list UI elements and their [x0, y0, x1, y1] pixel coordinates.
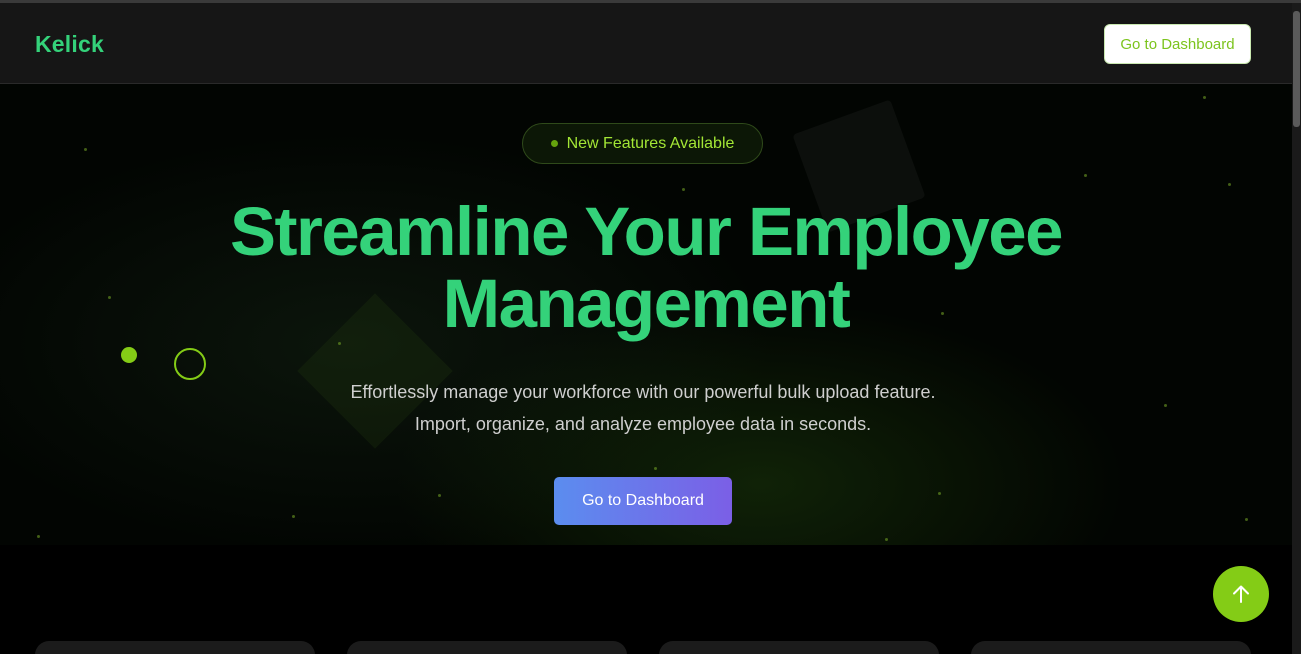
landing-page: Kelick Go to Dashboard New Features Avai…: [0, 0, 1301, 654]
particle: [292, 515, 295, 518]
status-dot-icon: [550, 140, 558, 147]
particle: [885, 538, 888, 541]
particle: [938, 492, 941, 495]
scroll-to-top-button[interactable]: [1213, 566, 1269, 622]
feature-card: [347, 641, 627, 654]
particle: [1228, 183, 1231, 186]
subtext-line-2: Import, organize, and analyze employee d…: [414, 414, 872, 434]
features-section: [0, 545, 1292, 654]
navbar: Kelick Go to Dashboard: [0, 3, 1301, 84]
particle: [37, 535, 40, 538]
headline-line-1: Streamline Your Employee: [230, 193, 1063, 270]
scrollbar-thumb[interactable]: [1293, 11, 1300, 127]
feature-card: [971, 641, 1251, 654]
hero-dashboard-button[interactable]: Go to Dashboard: [554, 477, 732, 525]
particle: [338, 342, 341, 345]
brand-logo[interactable]: Kelick: [35, 31, 104, 58]
particle: [438, 494, 441, 497]
headline-line-2: Management: [442, 265, 851, 342]
decorative-dot: [121, 347, 137, 363]
badge-label: New Features Available: [566, 134, 735, 152]
particle: [1245, 518, 1248, 521]
page-scrollbar[interactable]: [1292, 3, 1301, 654]
particle: [84, 148, 87, 151]
subtext-line-1: Effortlessly manage your workforce with …: [350, 382, 936, 402]
new-features-badge: New Features Available: [522, 123, 763, 164]
particle: [1203, 96, 1206, 99]
particle: [1084, 174, 1087, 177]
hero-headline: Streamline Your Employee Management: [0, 196, 1292, 340]
feature-card: [659, 641, 939, 654]
particle: [654, 467, 657, 470]
arrow-up-icon: [1233, 585, 1249, 603]
hero-section: New Features Available Streamline Your E…: [0, 84, 1292, 545]
particle: [682, 188, 685, 191]
nav-dashboard-button[interactable]: Go to Dashboard: [1104, 24, 1251, 64]
hero-subtext: Effortlessly manage your workforce with …: [0, 376, 1286, 440]
feature-card: [35, 641, 315, 654]
